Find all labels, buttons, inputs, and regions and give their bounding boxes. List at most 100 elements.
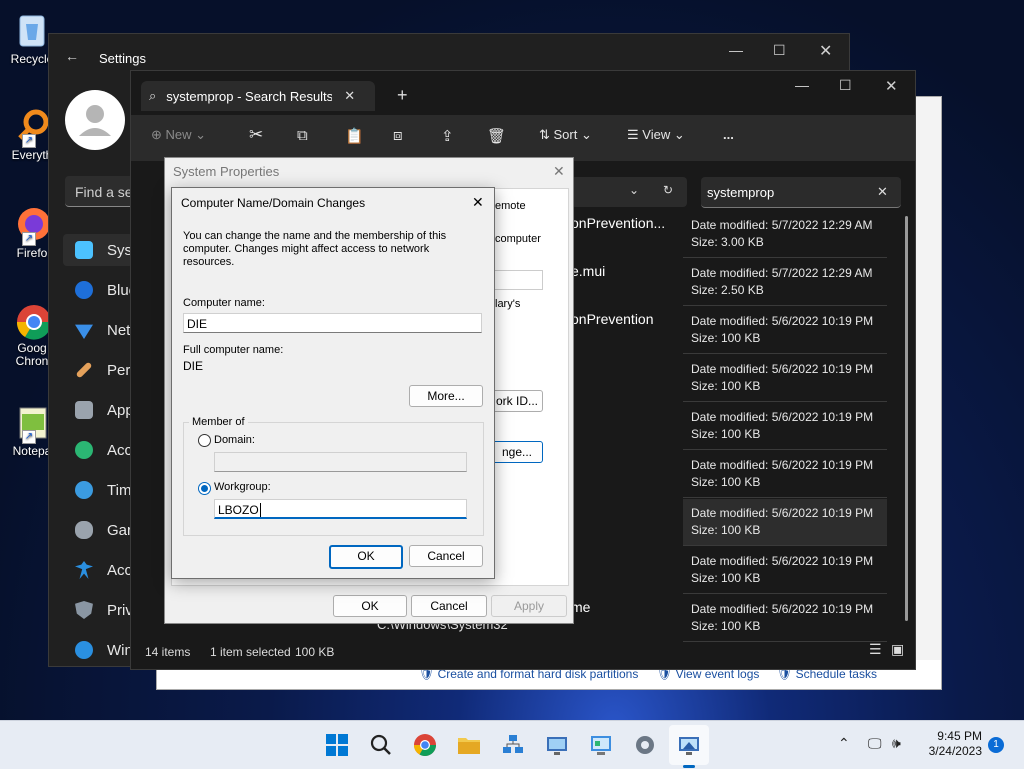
file-name[interactable]: onPrevention...	[571, 215, 665, 231]
search-icon[interactable]	[369, 733, 393, 757]
ok-button[interactable]: OK	[333, 595, 407, 617]
chevron-down-icon[interactable]: ⌄	[629, 183, 639, 197]
nav-item-gaming[interactable]: Gar	[75, 518, 132, 542]
list-item[interactable]: Date modified: 5/6/2022 10:19 PM Size: 10…	[683, 307, 887, 354]
network-icon[interactable]: 🖵	[868, 735, 882, 752]
nav-item-bluetooth[interactable]: Blue	[75, 278, 137, 302]
list-item[interactable]: Date modified: 5/6/2022 10:19 PM Size: 10…	[683, 595, 887, 642]
member-of-label: Member of	[189, 416, 248, 428]
control-panel-icon[interactable]	[589, 733, 613, 757]
status-selected: 1 item selected	[210, 645, 291, 659]
nav-item-windows-update[interactable]: Win	[75, 638, 133, 662]
address-bar[interactable]: ⌄ ↻	[571, 177, 687, 207]
workgroup-radio[interactable]	[198, 482, 211, 495]
list-item[interactable]: Date modified: 5/6/2022 10:19 PM Size: 10…	[683, 547, 887, 594]
share-icon[interactable]: ⇪	[441, 127, 454, 145]
remote-desktop-icon[interactable]	[545, 733, 569, 757]
sort-button[interactable]: ⇅ Sort ⌄	[539, 127, 592, 143]
nav-label: Acc	[107, 441, 133, 459]
workgroup-field[interactable]: LBOZO	[214, 499, 467, 519]
tab-remote-fragment[interactable]: emote	[495, 200, 526, 212]
chrome-icon[interactable]	[413, 733, 437, 757]
nav-label: Tim	[107, 481, 132, 499]
list-item[interactable]: Date modified: 5/6/2022 10:19 PM Size: 10…	[683, 355, 887, 402]
maximize-button[interactable]: ☐	[773, 42, 786, 59]
nav-item-privacy[interactable]: Priv	[75, 598, 133, 622]
clock[interactable]: 9:45 PM 3/24/2023	[922, 729, 982, 759]
cancel-button[interactable]: Cancel	[411, 595, 487, 617]
apps-icon	[75, 401, 93, 419]
file-explorer-icon[interactable]	[457, 733, 481, 757]
nav-item-network[interactable]: Net	[75, 318, 130, 342]
bluetooth-icon	[75, 281, 93, 299]
notification-badge[interactable]: 1	[988, 737, 1004, 753]
domain-field[interactable]	[214, 452, 467, 472]
refresh-icon[interactable]: ↻	[663, 183, 673, 197]
firefox-icon: ↗	[12, 204, 52, 246]
file-name[interactable]: onPrevention	[571, 311, 654, 327]
wifi-icon	[75, 324, 93, 339]
view-button[interactable]: ☰ View ⌄	[627, 127, 685, 143]
volume-icon[interactable]: 🕪	[892, 735, 901, 752]
clear-search-icon[interactable]: ✕	[877, 184, 888, 200]
clock-date: 3/24/2023	[928, 744, 982, 758]
date-modified: Date modified: 5/6/2022 10:19 PM	[691, 314, 874, 328]
nav-item-time[interactable]: Tim	[75, 478, 131, 502]
nav-label: Gar	[107, 521, 133, 539]
network-app-icon[interactable]	[501, 733, 525, 757]
nav-item-apps[interactable]: App	[75, 398, 134, 422]
close-button[interactable]: ✕	[885, 77, 898, 95]
new-tab-button[interactable]: +	[397, 85, 408, 106]
nav-item-system[interactable]: Syst	[75, 238, 136, 262]
close-tab-icon[interactable]: ✕	[344, 88, 355, 104]
details-view-icon[interactable]: ☰	[869, 641, 882, 658]
nav-item-personalization[interactable]: Pers	[75, 358, 138, 382]
maximize-button[interactable]: ☐	[839, 77, 852, 94]
back-arrow-icon[interactable]: ←	[65, 48, 79, 64]
computer-fragment: computer	[495, 233, 541, 245]
tab-search-results[interactable]: ⌕ systemprop - Search Results i ✕	[141, 81, 375, 111]
list-item[interactable]: Date modified: 5/6/2022 10:19 PM Size: 10…	[683, 451, 887, 498]
domain-radio[interactable]	[198, 434, 211, 447]
copy-icon[interactable]: ⧉	[297, 127, 308, 144]
computer-name-label: Computer name:	[183, 297, 265, 309]
more-options-button[interactable]: ...	[723, 127, 734, 142]
rename-icon[interactable]: ⧈	[393, 127, 403, 144]
full-computer-name-value: DIE	[183, 359, 204, 373]
paste-icon[interactable]: 📋	[345, 127, 364, 145]
text-cursor	[259, 503, 261, 517]
list-item[interactable]: Date modified: 5/7/2022 12:29 AM Size: 3.…	[683, 211, 887, 258]
nav-item-accounts[interactable]: Acc	[75, 438, 132, 462]
system-properties-icon[interactable]	[677, 733, 701, 757]
computer-name-field[interactable]: DIE	[183, 313, 482, 333]
close-button[interactable]: ✕	[472, 194, 484, 211]
chevron-up-icon[interactable]: ⌃	[838, 735, 850, 752]
list-item[interactable]: Date modified: 5/6/2022 10:19 PM Size: 10…	[683, 499, 887, 546]
file-name[interactable]: e.mui	[571, 263, 605, 279]
network-id-button[interactable]: ork ID...	[491, 390, 543, 412]
file-size: Size: 100 KB	[691, 379, 761, 393]
cancel-button[interactable]: Cancel	[409, 545, 483, 567]
delete-icon[interactable]: 🗑	[487, 127, 506, 145]
new-button[interactable]: ⊕ New ⌄	[151, 127, 206, 143]
tiles-view-icon[interactable]: ▣	[891, 641, 904, 658]
list-item[interactable]: Date modified: 5/6/2022 10:19 PM Size: 10…	[683, 403, 887, 450]
more-button[interactable]: More...	[409, 385, 483, 407]
change-button[interactable]: nge...	[491, 441, 543, 463]
monitor-icon	[75, 241, 93, 259]
ok-button[interactable]: OK	[329, 545, 403, 569]
minimize-button[interactable]: —	[795, 77, 809, 93]
nav-item-accessibility[interactable]: Acc	[75, 558, 132, 582]
description-field-fragment[interactable]	[491, 270, 543, 290]
minimize-button[interactable]: —	[729, 42, 743, 58]
apply-button[interactable]: Apply	[491, 595, 567, 617]
close-button[interactable]: ✕	[819, 41, 832, 61]
list-item[interactable]: Date modified: 5/7/2022 12:29 AM Size: 2.…	[683, 259, 887, 306]
date-modified: Date modified: 5/6/2022 10:19 PM	[691, 506, 874, 520]
search-input[interactable]: systemprop ✕	[701, 177, 901, 208]
settings-icon[interactable]	[633, 733, 657, 757]
cut-icon[interactable]: ✂	[249, 125, 263, 145]
start-icon[interactable]	[325, 733, 349, 757]
scrollbar[interactable]	[905, 216, 908, 621]
close-button[interactable]: ✕	[553, 163, 565, 180]
